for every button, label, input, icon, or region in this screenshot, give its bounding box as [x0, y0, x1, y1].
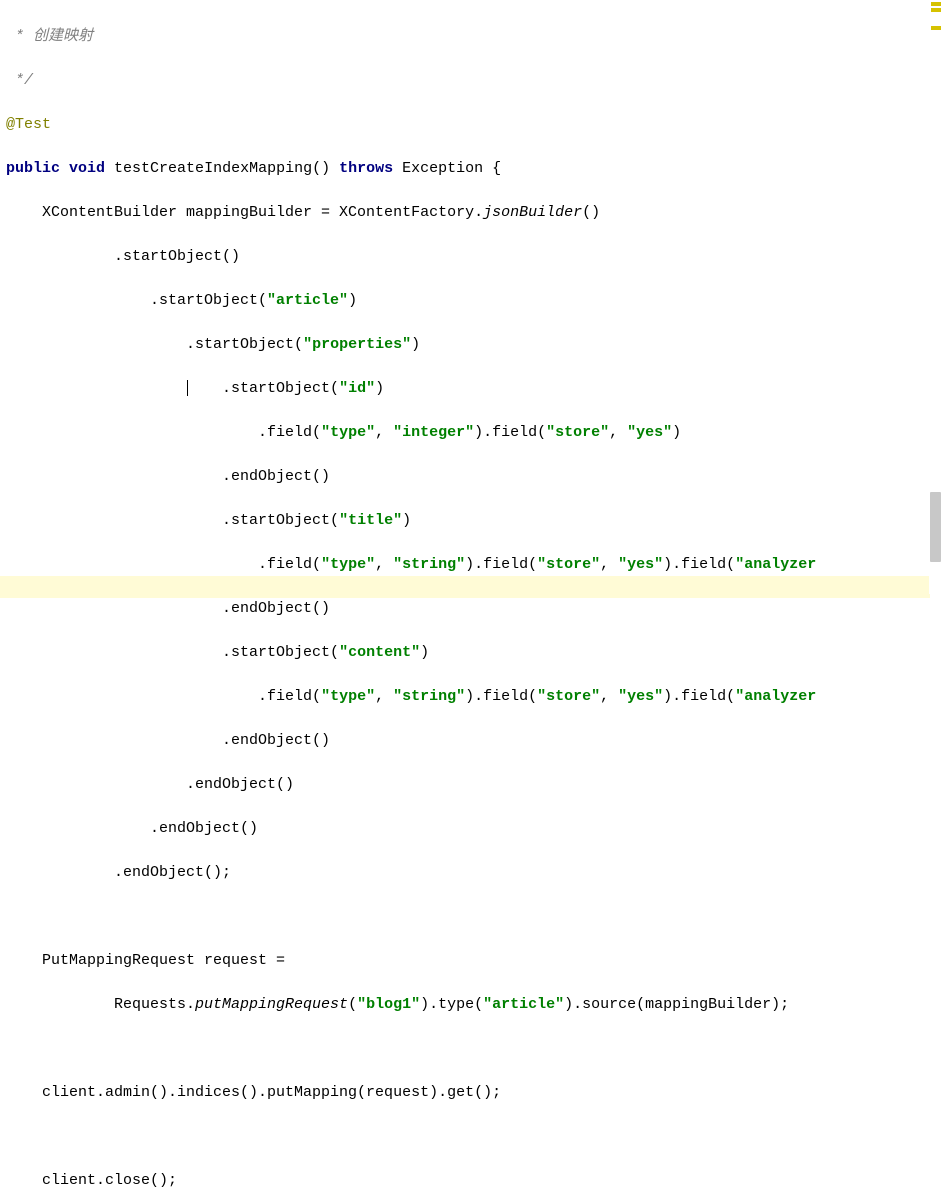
code-editor[interactable]: * 创建映射 */ @Test public void testCreateIn… — [0, 0, 944, 1188]
code-line: .startObject("content") — [2, 642, 944, 664]
code-line: .startObject("article") — [2, 290, 944, 312]
code-line: PutMappingRequest request = — [2, 950, 944, 972]
warning-marker[interactable] — [931, 2, 941, 6]
code-line: client.close(); — [2, 1170, 944, 1188]
code-line: .startObject("properties") — [2, 334, 944, 356]
code-line: .field("type", "string").field("store", … — [2, 686, 944, 708]
code-line: .startObject( .startObject("id") — [2, 378, 944, 400]
code-line: .endObject() — [2, 818, 944, 840]
comment-line: * 创建映射 — [2, 26, 944, 48]
blank-line — [2, 1126, 944, 1148]
code-line: .field("type", "integer").field("store",… — [2, 422, 944, 444]
method-signature: public void testCreateIndexMapping() thr… — [2, 158, 944, 180]
scrollbar-thumb[interactable] — [930, 492, 941, 562]
warning-marker[interactable] — [931, 8, 941, 12]
code-line: XContentBuilder mappingBuilder = XConten… — [2, 202, 944, 224]
blank-line — [2, 1038, 944, 1060]
code-line: client.admin().indices().putMapping(requ… — [2, 1082, 944, 1104]
code-line: .endObject() — [2, 774, 944, 796]
code-line: .field("type", "string").field("store", … — [2, 554, 944, 576]
warning-marker[interactable] — [931, 26, 941, 30]
blank-line — [2, 906, 944, 928]
marker-bar — [929, 0, 943, 594]
code-line: .startObject("title") — [2, 510, 944, 532]
comment-line: */ — [2, 70, 944, 92]
code-line: .endObject() — [2, 466, 944, 488]
code-line: .endObject(); — [2, 862, 944, 884]
code-line: .endObject() — [2, 598, 944, 620]
text-cursor — [187, 380, 188, 396]
code-line: .startObject() — [2, 246, 944, 268]
code-line: .endObject() — [2, 730, 944, 752]
code-line: Requests.putMappingRequest("blog1").type… — [2, 994, 944, 1016]
annotation-line: @Test — [2, 114, 944, 136]
